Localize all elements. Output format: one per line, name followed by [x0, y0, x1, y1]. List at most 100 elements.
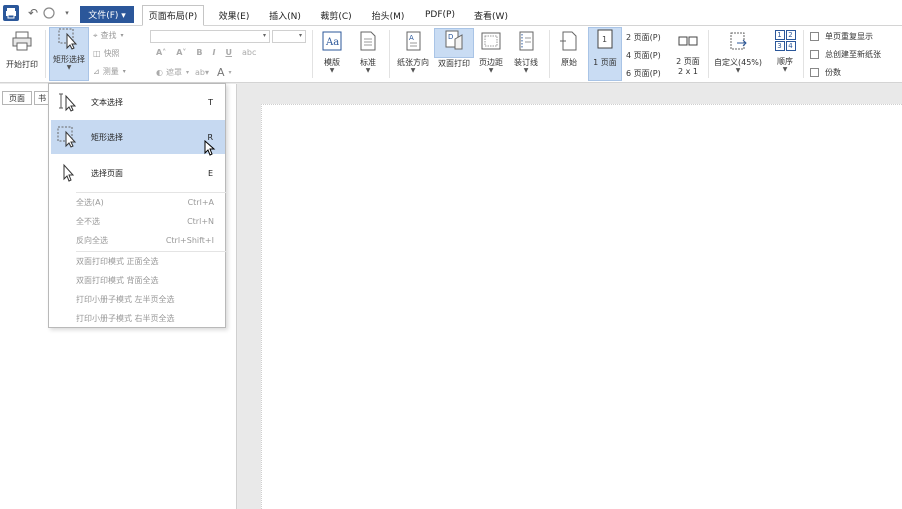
six-pages-button[interactable]: 6 页面(P) — [626, 68, 661, 79]
document-page[interactable] — [261, 104, 902, 509]
margins-icon — [481, 32, 501, 50]
tab-insert[interactable]: 插入(N) — [263, 6, 307, 24]
zoom-icon — [730, 32, 747, 50]
rect-select-cursor-icon — [51, 120, 85, 154]
one-page-button[interactable]: 1 1 页面 — [588, 27, 622, 81]
ribbon-divider — [45, 30, 46, 78]
select-none-item[interactable]: 全不选 Ctrl+N — [76, 212, 226, 230]
selection-mode-dropdown: 文本选择 T 矩形选择 R 选择页面 E 全选(A) Ctrl+A 全不选 Ctrl… — [48, 83, 226, 328]
duplex-print-label: 双面打印 — [438, 59, 470, 68]
undo-icon[interactable]: ↶ — [26, 4, 40, 22]
ribbon-divider — [389, 30, 390, 78]
mask-icon: ◐ — [156, 68, 163, 77]
duplex-print-button[interactable]: D — [434, 28, 474, 58]
single-page-icon: 1 — [597, 29, 613, 49]
custom-zoom-button[interactable]: 自定义(45%) ▼ — [712, 30, 764, 78]
copies-checkbox[interactable]: 份数 — [810, 67, 841, 78]
two-page-icon — [678, 36, 698, 46]
tab-header[interactable]: 抬头(M) — [365, 6, 411, 24]
rect-select-button[interactable]: 矩形选择 ▼ — [49, 27, 89, 81]
order-button[interactable]: 1 2 3 4 顺序 ▼ — [770, 30, 800, 78]
rect-select-item[interactable]: 矩形选择 R — [51, 120, 225, 156]
ribbon-divider — [803, 30, 804, 78]
file-menu-button[interactable]: 文件(F) ▾ — [80, 6, 134, 23]
ribbon-divider — [549, 30, 550, 78]
always-new-sheet-checkbox[interactable]: 总创建至新纸张 — [810, 49, 881, 60]
checkbox-box[interactable] — [810, 50, 819, 59]
quick-access-dropdown-icon[interactable]: ▾ — [62, 4, 72, 22]
tab-effects[interactable]: 效果(E) — [212, 6, 256, 24]
tab-view[interactable]: 查看(W) — [468, 6, 514, 24]
tab-pdf[interactable]: PDF(P) — [418, 6, 462, 24]
orientation-icon: A — [406, 31, 421, 51]
original-size-icon — [560, 31, 577, 51]
chevron-down-icon: ▾ — [298, 32, 302, 39]
standard-button[interactable]: 标准 ▼ — [354, 30, 382, 78]
rect-select-cursor-icon — [58, 28, 78, 50]
checkbox-box[interactable] — [810, 68, 819, 77]
duplex-icon: D — [445, 30, 463, 50]
margins-button[interactable]: 页边距 ▼ — [476, 30, 506, 78]
circle-icon[interactable] — [42, 4, 56, 22]
ribbon: 开始打印 矩形选择 ▼ ⌖ 查找 ▾ ◫ 快照 ⊿ 测量 ▾ ▾ ▾ A˄ A˅ B I … — [0, 26, 902, 83]
svg-text:1: 1 — [602, 35, 607, 44]
text-select-item[interactable]: 文本选择 T — [51, 85, 225, 119]
font-grow-icon[interactable]: A˄ — [156, 48, 166, 57]
chevron-down-icon: ▼ — [66, 64, 72, 71]
checkbox-box[interactable] — [810, 32, 819, 41]
order-grid-icon: 1 2 3 4 — [774, 30, 796, 51]
booklet-right-select-item[interactable]: 打印小册子模式 右半页全选 — [76, 309, 226, 327]
printer-icon — [12, 31, 32, 51]
page-select-item[interactable]: 选择页面 E — [51, 156, 225, 190]
ruler-icon: ⊿ — [93, 67, 100, 76]
mask-row: ◐ 遮罩 ▾ ab▾ A ▾ — [156, 66, 232, 79]
binding-button[interactable]: 装订线 ▼ — [510, 30, 542, 78]
template-button[interactable]: Aa 模版 ▼ — [318, 30, 346, 78]
binding-icon — [519, 31, 534, 51]
two-page-layout-button[interactable]: 2 页面 2 x 1 — [672, 36, 704, 80]
app-print-icon[interactable] — [2, 4, 20, 22]
font-family-select[interactable]: ▾ — [150, 30, 270, 43]
booklet-left-select-item[interactable]: 打印小册子模式 左半页全选 — [76, 290, 226, 308]
highlight-icon[interactable]: ab▾ — [195, 68, 209, 77]
camera-icon: ◫ — [93, 49, 101, 58]
font-size-select[interactable]: ▾ — [272, 30, 306, 43]
mouse-pointer-icon — [204, 140, 216, 156]
font-format-row: A˄ A˅ B I U abc — [156, 48, 256, 57]
tab-crop[interactable]: 裁剪(C) — [314, 6, 358, 24]
ribbon-divider — [708, 30, 709, 78]
ribbon-divider — [312, 30, 313, 78]
mask-button[interactable]: 遮罩 — [166, 67, 182, 78]
snapshot-button[interactable]: ◫ 快照 — [93, 48, 120, 59]
select-all-item[interactable]: 全选(A) Ctrl+A — [76, 193, 226, 211]
two-pages-button[interactable]: 2 页面(P) — [626, 32, 661, 43]
single-repeat-checkbox[interactable]: 单页重复显示 — [810, 31, 873, 42]
font-shrink-icon[interactable]: A˅ — [176, 48, 186, 57]
invert-selection-item[interactable]: 反向全选 Ctrl+Shift+I — [76, 231, 226, 249]
svg-text:A: A — [409, 34, 414, 42]
bold-icon[interactable]: B — [196, 48, 202, 57]
svg-text:Aa: Aa — [325, 37, 339, 48]
tab-pages[interactable]: 页面 — [2, 91, 32, 105]
measure-button[interactable]: ⊿ 测量 ▾ — [93, 66, 126, 77]
start-print-button[interactable]: 开始打印 — [2, 29, 42, 73]
underline-icon[interactable]: U — [226, 48, 233, 57]
font-color-icon[interactable]: A — [217, 66, 225, 79]
chevron-down-icon: ▾ — [262, 32, 266, 39]
document-icon — [360, 31, 376, 51]
find-button[interactable]: ⌖ 查找 ▾ — [93, 30, 124, 41]
italic-icon[interactable]: I — [213, 48, 216, 57]
svg-text:D: D — [448, 33, 453, 41]
strikethrough-icon[interactable]: abc — [242, 48, 256, 57]
four-pages-button[interactable]: 4 页面(P) — [626, 50, 661, 61]
binoculars-icon: ⌖ — [93, 30, 98, 40]
duplex-front-select-item[interactable]: 双面打印模式 正面全选 — [76, 252, 226, 270]
tab-page-layout[interactable]: 页面布局(P) — [142, 5, 204, 26]
text-cursor-icon — [51, 85, 85, 119]
duplex-back-select-item[interactable]: 双面打印模式 背面全选 — [76, 271, 226, 289]
menu-bar: ↶ ▾ 文件(F) ▾ 页面布局(P) 效果(E) 插入(N) 裁剪(C) 抬头… — [0, 0, 902, 26]
arrow-cursor-icon — [51, 156, 85, 190]
template-icon: Aa — [322, 31, 342, 51]
original-button[interactable]: 原始 — [554, 30, 584, 78]
paper-direction-button[interactable]: A 纸张方向 ▼ — [394, 30, 432, 78]
